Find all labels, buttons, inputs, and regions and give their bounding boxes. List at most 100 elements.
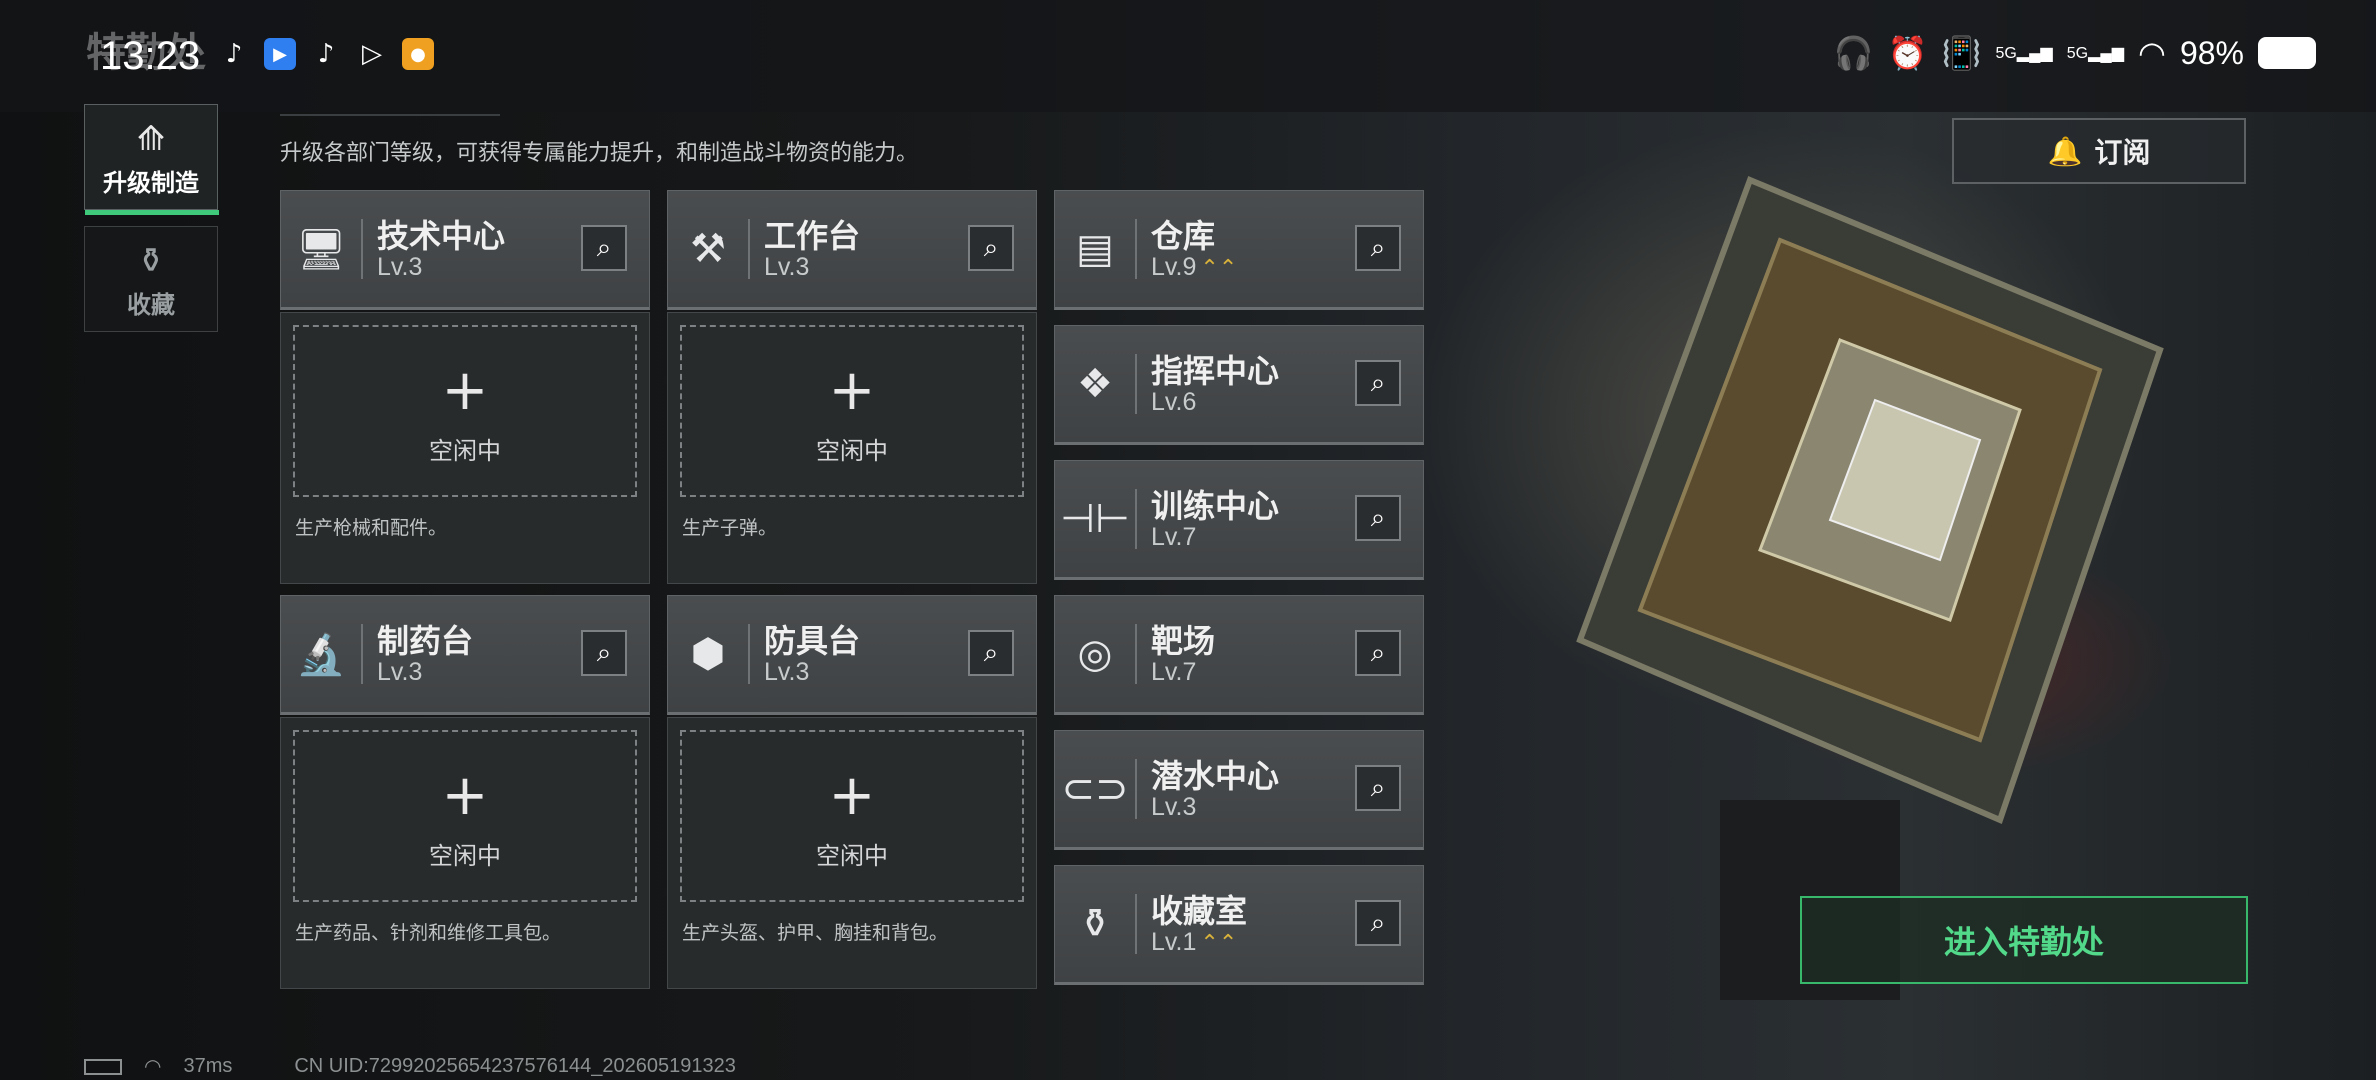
- tab-upgrade-craft[interactable]: ⟰ 升级制造: [84, 104, 219, 215]
- app-blue-icon: ▶: [264, 38, 296, 70]
- divider: [748, 624, 750, 684]
- alarm-icon: ⏰: [1887, 35, 1928, 71]
- search-icon[interactable]: ⌕: [968, 630, 1014, 676]
- tab-collection[interactable]: ⚱ 收藏: [84, 226, 218, 332]
- search-icon[interactable]: ⌕: [1355, 765, 1401, 811]
- cube-artwork: [1576, 176, 2164, 1000]
- tools-icon: ⚒: [690, 226, 726, 272]
- divider: [280, 114, 500, 116]
- plus-icon: +: [441, 763, 489, 828]
- workshop-card-workbench[interactable]: ⚒ 工作台 Lv.3 ⌕: [667, 190, 1037, 310]
- facility-level: Lv.1 ⌃⌃: [1151, 928, 1238, 956]
- uid-text: CN UID:72992025654237576144_202605191323: [294, 1055, 736, 1077]
- blocks-icon: ⬢: [690, 631, 726, 677]
- facility-level: Lv.6: [1151, 388, 1197, 416]
- facility-level: Lv.7: [1151, 523, 1197, 551]
- search-icon[interactable]: ⌕: [581, 225, 627, 271]
- play-icon: ▷: [362, 39, 382, 69]
- collection-icon: ⚱: [136, 241, 166, 281]
- divider: [1135, 624, 1137, 684]
- plus-icon: +: [828, 358, 876, 423]
- divider: [1135, 759, 1137, 819]
- facility-card-collection-room[interactable]: ⚱ 收藏室 Lv.1 ⌃⌃ ⌕: [1054, 865, 1424, 985]
- facility-level: Lv.3: [1151, 793, 1197, 821]
- wifi-icon: ◠: [2138, 35, 2166, 71]
- trophy-case-icon: ⚱: [1078, 901, 1112, 947]
- footer-info: ◠ 37ms CN UID:72992025654237576144_20260…: [84, 1054, 736, 1079]
- search-icon[interactable]: ⌕: [1355, 630, 1401, 676]
- facility-name: 潜水中心: [1151, 757, 1280, 795]
- search-icon[interactable]: ⌕: [1355, 495, 1401, 541]
- slot-status: 空闲中: [816, 437, 888, 465]
- divider: [1135, 489, 1137, 549]
- production-slot-workbench[interactable]: + 空闲中 生产子弹。: [667, 312, 1037, 584]
- workshop-level: Lv.3: [764, 658, 810, 686]
- add-production-button[interactable]: + 空闲中: [680, 325, 1024, 497]
- target-icon: ◎: [1077, 631, 1113, 677]
- bell-icon: 🔔: [2047, 134, 2083, 168]
- facility-level: Lv.9 ⌃⌃: [1151, 253, 1238, 281]
- workshop-name: 防具台: [764, 622, 861, 660]
- workshop-card-pharmacy[interactable]: 🔬 制药台 Lv.3 ⌕: [280, 595, 650, 715]
- chip-icon: ❖: [1077, 361, 1113, 407]
- divider: [748, 219, 750, 279]
- add-production-button[interactable]: + 空闲中: [293, 325, 637, 497]
- facility-card-command-center[interactable]: ❖ 指挥中心 Lv.6 ⌕: [1054, 325, 1424, 445]
- status-time: 13:23: [100, 34, 201, 78]
- workshop-name: 制药台: [377, 622, 474, 660]
- page-description: 升级各部门等级，可获得专属能力提升，和制造战斗物资的能力。: [280, 141, 919, 166]
- slot-status: 空闲中: [429, 437, 501, 465]
- diving-mask-icon: ⊂⊃: [1061, 766, 1129, 812]
- tiktok-icon: ♪: [317, 39, 335, 69]
- production-slot-armor[interactable]: + 空闲中 生产头盔、护甲、胸挂和背包。: [667, 717, 1037, 989]
- slot-description: 生产子弹。: [682, 517, 778, 539]
- slot-description: 生产枪械和配件。: [295, 517, 448, 539]
- facility-level: Lv.7: [1151, 658, 1197, 686]
- add-production-button[interactable]: + 空闲中: [293, 730, 637, 902]
- facility-name: 训练中心: [1151, 487, 1280, 525]
- search-icon[interactable]: ⌕: [581, 630, 627, 676]
- workshop-level: Lv.3: [377, 253, 423, 281]
- notification-icons: ♪ ▶ ♪ ▷ ●: [218, 38, 434, 70]
- divider: [1135, 219, 1137, 279]
- facility-card-shooting-range[interactable]: ◎ 靶场 Lv.7 ⌕: [1054, 595, 1424, 715]
- plus-icon: +: [441, 358, 489, 423]
- add-production-button[interactable]: + 空闲中: [680, 730, 1024, 902]
- ping-value: 37ms: [183, 1055, 233, 1077]
- search-icon[interactable]: ⌕: [1355, 225, 1401, 271]
- slot-status: 空闲中: [429, 842, 501, 870]
- enter-special-ops-button[interactable]: 进入特勤处: [1800, 896, 2248, 984]
- system-icons: 🎧 ⏰ 📳 5G▂▄▆ 5G▂▄▆ ◠ 98%: [1834, 34, 2316, 72]
- divider: [361, 219, 363, 279]
- subscribe-button[interactable]: 🔔 订阅: [1952, 118, 2246, 184]
- facility-card-training-center[interactable]: ⊣⊢ 训练中心 Lv.7 ⌕: [1054, 460, 1424, 580]
- signal-icon: 5G▂▄▆: [1995, 45, 2053, 62]
- workshop-name: 工作台: [764, 217, 861, 255]
- facility-card-warehouse[interactable]: ▤ 仓库 Lv.9 ⌃⌃ ⌕: [1054, 190, 1424, 310]
- facility-name: 指挥中心: [1151, 352, 1280, 390]
- subscribe-label: 订阅: [2094, 136, 2151, 169]
- vibrate-icon: 📳: [1941, 35, 1982, 71]
- workshop-name: 技术中心: [377, 217, 506, 255]
- battery-icon: [2258, 37, 2316, 69]
- production-slot-tech-center[interactable]: + 空闲中 生产枪械和配件。: [280, 312, 650, 584]
- slot-description: 生产药品、针剂和维修工具包。: [295, 922, 562, 944]
- slot-status: 空闲中: [816, 842, 888, 870]
- facility-card-diving-center[interactable]: ⊂⊃ 潜水中心 Lv.3 ⌕: [1054, 730, 1424, 850]
- slot-description: 生产头盔、护甲、胸挂和背包。: [682, 922, 949, 944]
- status-bar: 特勤处 13:23 ♪ ▶ ♪ ▷ ● 🎧 ⏰ 📳 5G▂▄▆ 5G▂▄▆ ◠ …: [0, 0, 2376, 112]
- search-icon[interactable]: ⌕: [1355, 360, 1401, 406]
- search-icon[interactable]: ⌕: [1355, 900, 1401, 946]
- headset-icon: 🎧: [1833, 35, 1874, 71]
- tiktok-icon: ♪: [225, 39, 243, 69]
- upgrade-icon: ⟰: [136, 119, 166, 159]
- app-orange-icon: ●: [402, 38, 434, 70]
- dumbbell-icon: ⊣⊢: [1060, 496, 1130, 542]
- divider: [1135, 354, 1137, 414]
- computer-icon: 🖥: [295, 226, 347, 273]
- workshop-card-armor[interactable]: ⬢ 防具台 Lv.3 ⌕: [667, 595, 1037, 715]
- search-icon[interactable]: ⌕: [968, 225, 1014, 271]
- workshop-card-tech-center[interactable]: 🖥 技术中心 Lv.3 ⌕: [280, 190, 650, 310]
- tab-label: 升级制造: [103, 169, 199, 197]
- production-slot-pharmacy[interactable]: + 空闲中 生产药品、针剂和维修工具包。: [280, 717, 650, 989]
